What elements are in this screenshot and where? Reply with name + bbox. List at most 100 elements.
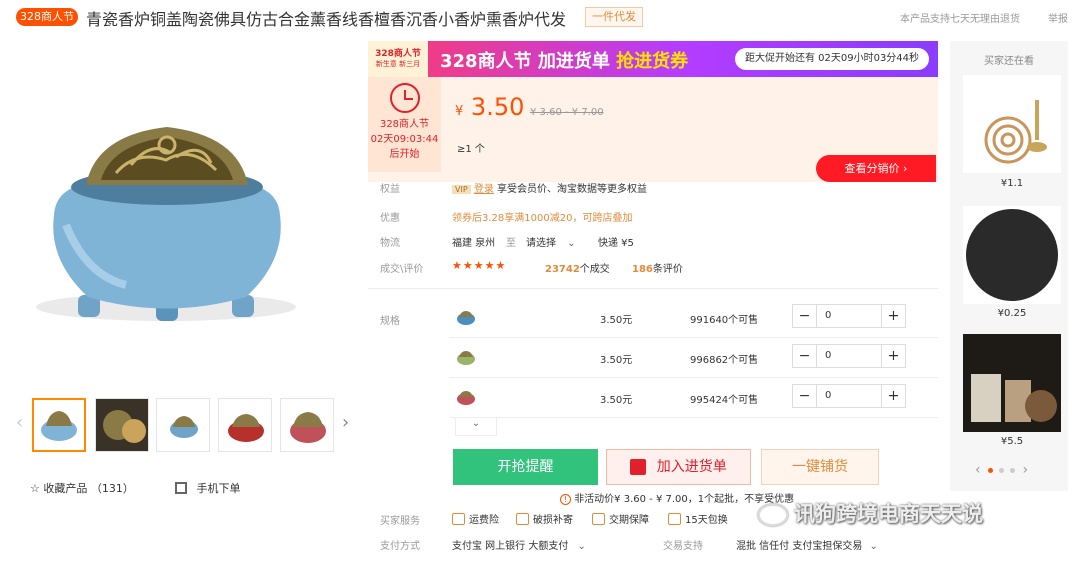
spec-row-3: 3.50元 995424个可售 − 0 + [450,378,938,418]
spec-thumbnail-1[interactable] [456,308,476,326]
spec-stock-2: 996862个可售 [690,355,759,366]
mobile-order[interactable]: 手机下单 [175,480,241,496]
package-icon [516,513,529,525]
rail-title: 买家还在看 [984,56,1034,67]
product-title: 青瓷香炉铜盖陶瓷佛具仿古合金薰香线香檀香沉香小香炉熏香炉代发 [86,10,567,29]
info-icon: ! [560,494,571,505]
cart-icon [630,459,647,475]
rail-item-1-price: ¥1.1 [1000,178,1024,189]
spec-row-1: 3.50元 991640个可售 − 0 + [450,298,938,338]
view-distribution-price-button[interactable]: 查看分销价 › [816,155,936,182]
thumbnail-5[interactable] [280,398,334,452]
page-dot-2[interactable] [999,467,1005,473]
thumbnail-4[interactable] [218,398,272,452]
min-order-qty: ≥1 个 [457,144,485,155]
payment-methods[interactable]: 支付宝 网上银行 大额支付 ⌄ [452,537,586,552]
page-dot-3[interactable] [1010,467,1016,473]
deals-label: 成交\评价 [380,264,424,275]
quantity-input-3[interactable]: 0 [825,390,831,401]
thumbnail-2[interactable] [95,398,149,452]
service-label-2: 破损补寄 [533,515,573,526]
chevron-down-icon: ⌄ [567,238,576,249]
main-product-image[interactable] [16,45,346,385]
service-label-3: 交期保障 [609,515,649,526]
qr-code-icon [175,482,187,494]
deals-count[interactable]: 23742个成交 [545,260,610,275]
minus-button[interactable]: − [793,385,817,407]
quantity-input-2[interactable]: 0 [825,350,831,361]
currency-symbol: ¥ [455,104,464,119]
vip-badge: VIP [452,185,471,194]
rail-prev-icon[interactable]: ‹ [975,462,981,478]
timer-suffix: 后开始 [389,149,420,160]
report-link[interactable]: 举报 [1048,10,1068,25]
favorite-product[interactable]: ☆ 收藏产品 （131） [30,480,134,496]
deals-count-value: 23742 [545,264,580,275]
plus-button[interactable]: + [881,345,905,367]
spec-label: 规格 [380,316,400,327]
logistics-label: 物流 [380,238,400,249]
thumbnail-strip [16,396,356,456]
destination-select[interactable]: 请选择 ⌄ [526,234,576,249]
service-damage-reissue[interactable]: 破损补寄 [516,511,573,526]
watermark-text: 讯狗跨境电商天天说 [794,502,983,526]
services-label: 买家服务 [380,516,420,527]
minus-button[interactable]: − [793,345,817,367]
chevron-right-icon: › [903,162,908,175]
expand-specs-button[interactable]: ⌄ [455,418,497,436]
timer-label: 328商人节 [379,119,430,130]
trade-support-label: 交易支持 [663,541,703,552]
promo-headline-main: 328商人节 加进货单 [440,51,610,72]
rail-item-1-image[interactable] [963,75,1061,173]
spec-stock-3: 995424个可售 [690,395,759,406]
rail-item-3-price: ¥5.5 [1000,436,1024,447]
service-15-day-exchange[interactable]: 15天包换 [668,511,728,526]
spec-thumbnail-3[interactable] [456,388,476,406]
page-dot-1[interactable] [988,467,994,473]
trade-support-methods[interactable]: 混批 信任付 支付宝担保交易 ⌄ [736,537,878,552]
coupon-text[interactable]: 领券后3.28享满1000减20，可跨店叠加 [452,209,632,224]
rail-item-3-image[interactable] [963,334,1061,432]
rating-stars: ★★★★★ [452,259,507,272]
thumbnail-1[interactable] [32,398,86,452]
rights-text: 享受会员价、淘宝数据等更多权益 [497,184,648,195]
spec-thumbnail-2[interactable] [456,348,476,366]
quantity-stepper-3: − 0 + [792,384,906,408]
timer-value: 02天09:03:44 [370,134,439,145]
login-link[interactable]: 登录 [474,184,494,195]
quantity-input-1[interactable]: 0 [825,310,831,321]
reviews-count-suffix: 条评价 [652,264,683,275]
service-freight-insurance[interactable]: 运费险 [452,511,499,526]
thumb-next-icon[interactable]: › [342,412,349,433]
thumbnail-3[interactable] [156,398,210,452]
rail-item-2-image[interactable] [963,206,1061,304]
reviews-count[interactable]: 186条评价 [632,260,683,275]
spec-price-3: 3.50元 [600,395,633,406]
destination-select-label: 请选择 [526,238,556,249]
service-label-4: 15天包换 [685,515,728,526]
dropship-tag: 一件代发 [585,7,643,27]
refund-note: 本产品支持七天无理由退货 [900,14,1020,25]
one-click-listing-button[interactable]: 一键铺货 [761,449,879,485]
mobile-order-label: 手机下单 [196,482,241,495]
spec-price-2: 3.50元 [600,355,633,366]
add-to-cart-label: 加入进货单 [656,459,727,475]
plus-button[interactable]: + [881,385,905,407]
timer-box: 328商人节 02天09:03:44 后开始 [368,77,441,172]
star-outline-icon: ☆ [30,482,40,495]
service-delivery-guarantee[interactable]: 交期保障 [592,511,649,526]
rail-next-icon[interactable]: › [1023,462,1029,478]
view-price-label: 查看分销价 [844,162,900,175]
rights-row: VIP 登录 享受会员价、淘宝数据等更多权益 [452,180,647,195]
quantity-stepper-1: − 0 + [792,304,906,328]
exchange-icon [668,513,681,525]
plus-button[interactable]: + [881,305,905,327]
promo-headline-coupon: 抢进货券 [616,51,689,72]
remind-me-button[interactable]: 开抢提醒 [453,449,598,485]
favorite-label: 收藏产品 [43,482,88,495]
to-label: 至 [506,238,516,249]
add-to-cart-button[interactable]: 加入进货单 [606,449,751,485]
minus-button[interactable]: − [793,305,817,327]
reviews-count-value: 186 [632,264,653,275]
shield-icon [452,513,465,525]
